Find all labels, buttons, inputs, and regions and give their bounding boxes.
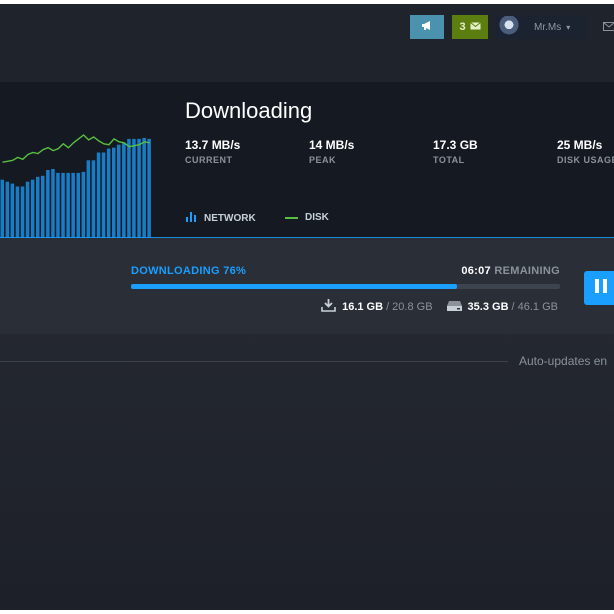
disk-total-size: / 46.1 GB xyxy=(511,300,558,313)
auto-updates-label: Auto-updates en xyxy=(519,354,608,368)
network-bar xyxy=(56,172,60,238)
network-bar xyxy=(101,152,106,238)
notifications-button[interactable]: 3 xyxy=(452,15,488,39)
downloaded-size: 16.1 GB xyxy=(342,300,384,313)
download-percent-label: DOWNLOADING 76% xyxy=(131,265,247,277)
section-divider xyxy=(0,361,508,362)
download-title: Downloading xyxy=(185,98,313,123)
stat-total-label: TOTAL xyxy=(433,155,465,165)
network-bar xyxy=(0,179,4,238)
progress-bar xyxy=(131,284,560,289)
network-bar xyxy=(61,172,65,238)
network-bar xyxy=(10,183,15,238)
network-bar xyxy=(15,186,20,238)
mail-button[interactable] xyxy=(598,15,614,39)
network-bar xyxy=(127,138,131,238)
network-bars-icon xyxy=(186,212,197,225)
megaphone-icon xyxy=(421,18,434,36)
stat-disk-usage: 25 MB/s DISK USAGE xyxy=(557,138,614,165)
stat-total-value: 17.3 GB xyxy=(433,138,478,152)
legend-disk: DISK xyxy=(285,212,329,223)
stat-disk-usage-value: 25 MB/s xyxy=(557,138,603,152)
network-bar xyxy=(46,170,50,238)
download-sizes: 16.1 GB / 20.8 GB 35.3 GB / 46.1 GB xyxy=(321,298,558,315)
network-bar xyxy=(117,144,121,238)
avatar xyxy=(498,16,520,38)
network-bar xyxy=(132,138,136,238)
disk-written-size: 35.3 GB xyxy=(467,300,509,313)
network-bar xyxy=(66,172,70,238)
stat-total: 17.3 GB TOTAL xyxy=(433,138,478,165)
user-menu[interactable]: Mr.Ms ▾ xyxy=(496,15,586,39)
time-remaining: 06:07 REMAINING xyxy=(461,265,560,277)
username: Mr.Ms xyxy=(534,21,562,33)
disk-icon xyxy=(446,300,462,314)
mail-icon xyxy=(603,18,614,36)
time-remaining-label: REMAINING xyxy=(494,265,560,277)
disk-line-icon xyxy=(285,212,298,223)
stat-disk-usage-label: DISK USAGE xyxy=(557,155,614,165)
stat-current: 13.7 MB/s CURRENT xyxy=(185,138,240,165)
stat-peak-value: 14 MB/s xyxy=(309,138,355,152)
network-bar xyxy=(142,137,146,238)
network-bar xyxy=(20,186,25,238)
network-bar xyxy=(137,138,141,238)
top-bar: 3 Mr.Ms ▾ xyxy=(0,4,614,82)
download-progress-area: DOWNLOADING 76% 06:07 REMAINING 16.1 GB … xyxy=(0,238,614,334)
network-bar xyxy=(51,169,55,238)
envelope-icon xyxy=(469,21,481,33)
pause-icon xyxy=(594,278,608,299)
stat-peak-label: PEAK xyxy=(309,155,337,165)
notifications-count: 3 xyxy=(459,21,466,33)
network-bar xyxy=(91,160,96,238)
download-speed-graph xyxy=(0,134,151,238)
download-status-panel: Downloading 13.7 MB/s CURRENT 14 MB/s PE… xyxy=(0,82,614,238)
network-bar xyxy=(96,152,101,238)
stat-peak: 14 MB/s PEAK xyxy=(309,138,354,165)
network-bar xyxy=(25,181,30,238)
time-remaining-value: 06:07 xyxy=(461,265,491,277)
pause-button[interactable] xyxy=(584,271,614,305)
network-bar xyxy=(5,181,10,238)
chevron-down-icon: ▾ xyxy=(566,22,571,32)
legend-network-label: NETWORK xyxy=(204,213,256,224)
network-bar xyxy=(36,176,40,238)
progress-bar-fill xyxy=(131,284,458,289)
download-total-size: / 20.8 GB xyxy=(386,300,433,313)
stat-current-value: 13.7 MB/s xyxy=(185,138,241,152)
network-bar xyxy=(106,148,111,238)
network-bar xyxy=(81,171,86,238)
network-bar xyxy=(147,138,151,238)
legend-network: NETWORK xyxy=(186,212,256,225)
download-icon xyxy=(321,298,336,315)
stat-current-label: CURRENT xyxy=(185,155,233,165)
steam-downloads-window: 3 Mr.Ms ▾ Downloading 13.7 MB/s CURRENT … xyxy=(0,4,614,610)
legend-disk-label: DISK xyxy=(305,212,329,223)
network-bar xyxy=(122,142,126,238)
network-bar xyxy=(112,147,116,238)
network-bar xyxy=(76,172,80,238)
announcements-button[interactable] xyxy=(410,15,444,39)
network-bar xyxy=(41,175,45,238)
network-bar xyxy=(30,179,35,238)
network-bar xyxy=(71,172,75,238)
network-bar xyxy=(86,160,91,238)
